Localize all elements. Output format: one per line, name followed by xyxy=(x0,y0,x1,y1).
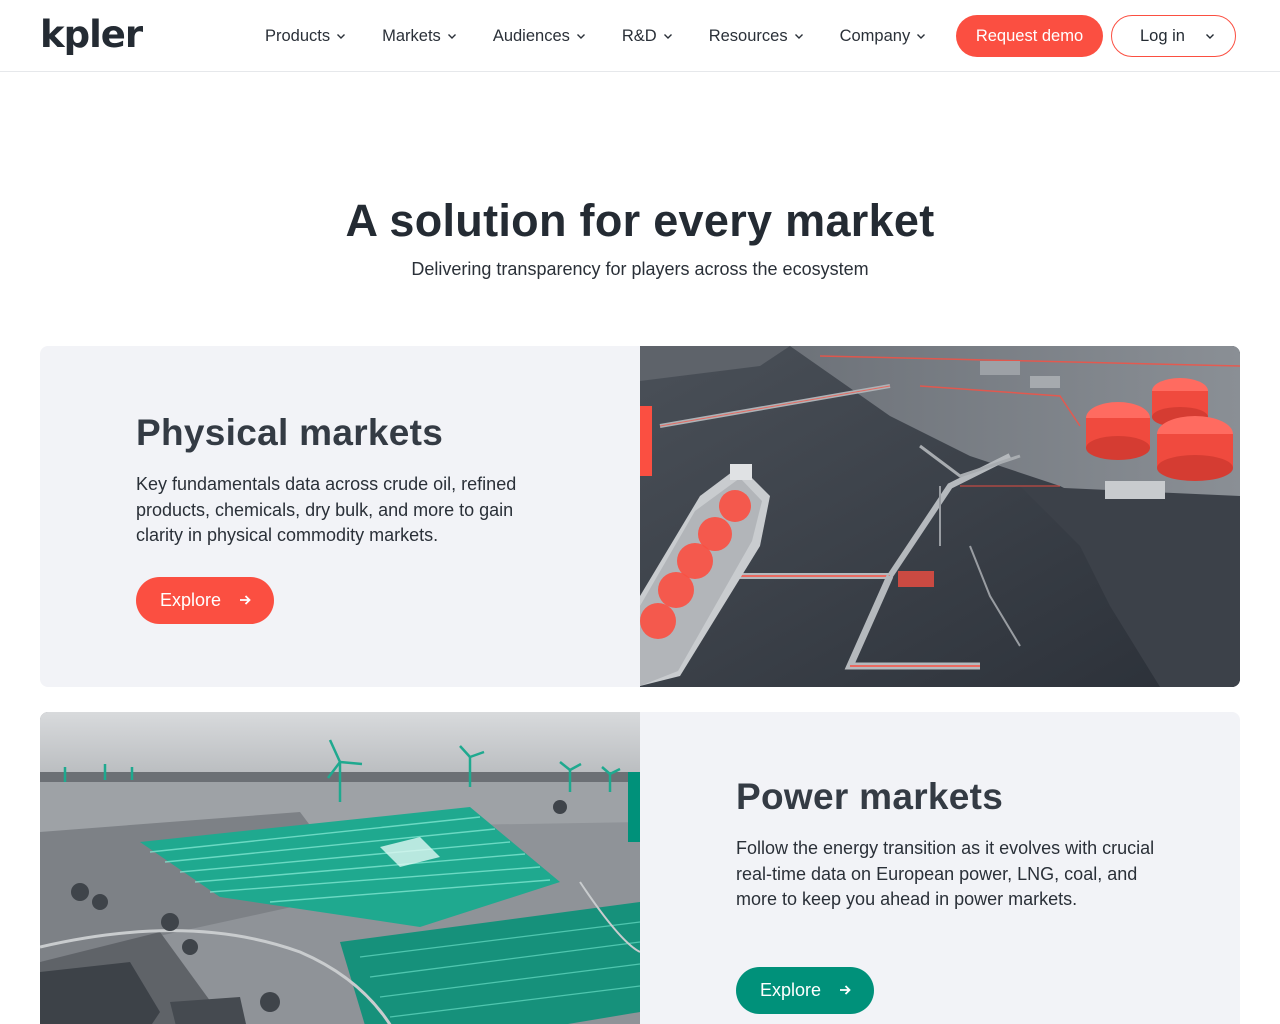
nav-item-rd[interactable]: R&D xyxy=(622,27,673,46)
chevron-down-icon xyxy=(663,34,672,39)
explore-label: Explore xyxy=(160,590,222,610)
solar-farm-image xyxy=(40,712,640,1024)
nav-item-label: R&D xyxy=(621,26,657,45)
chevron-down-icon xyxy=(576,34,585,39)
nav-item-resources[interactable]: Resources xyxy=(709,27,804,46)
page-title: A solution for every market xyxy=(345,195,935,246)
nav-item-label: Resources xyxy=(708,26,788,45)
card-description: Key fundamentals data across crude oil, … xyxy=(136,474,517,545)
explore-power-button[interactable]: Explore xyxy=(736,967,874,1014)
card-text: Physical markets Key fundamentals data a… xyxy=(136,412,556,549)
nav-item-company[interactable]: Company xyxy=(840,27,927,46)
card-title: Physical markets xyxy=(136,412,444,453)
lng-terminal-image xyxy=(640,346,1240,687)
arrow-right-icon xyxy=(240,595,251,605)
nav-item-markets[interactable]: Markets xyxy=(382,27,457,46)
nav-item-audiences[interactable]: Audiences xyxy=(493,27,586,46)
solar-farm-illustration xyxy=(40,712,640,1024)
chevron-down-icon xyxy=(794,34,803,39)
chevron-down-icon xyxy=(447,34,456,39)
lng-terminal-illustration xyxy=(640,346,1240,687)
card-description: Follow the energy transition as it evolv… xyxy=(736,838,1155,909)
card-text: Power markets Follow the energy transiti… xyxy=(736,776,1156,913)
request-demo-button[interactable]: Request demo xyxy=(956,15,1103,57)
nav-item-label: Company xyxy=(839,26,911,45)
nav-item-label: Products xyxy=(265,26,331,45)
card-title: Power markets xyxy=(736,776,1004,817)
kpler-logo[interactable]: kpler xyxy=(40,16,143,53)
power-markets-card: Power markets Follow the energy transiti… xyxy=(40,712,1240,1024)
nav-item-products[interactable]: Products xyxy=(265,27,346,46)
nav-item-label: Markets xyxy=(382,26,441,45)
login-label: Log in xyxy=(1140,26,1185,45)
login-button[interactable]: Log in xyxy=(1111,15,1236,57)
arrow-right-icon xyxy=(840,985,851,995)
main-nav: Products Markets Audiences R&D Resources… xyxy=(265,0,962,72)
explore-label: Explore xyxy=(760,980,822,1000)
nav-item-label: Audiences xyxy=(492,26,570,45)
page-subtitle: Delivering transparency for players acro… xyxy=(411,259,869,279)
site-header: kpler Products Markets Audiences R&D Res… xyxy=(0,0,1280,72)
chevron-down-icon xyxy=(337,34,346,39)
chevron-down-icon xyxy=(917,34,926,39)
physical-markets-card: Physical markets Key fundamentals data a… xyxy=(40,346,1240,687)
chevron-down-icon xyxy=(1206,34,1214,39)
explore-physical-button[interactable]: Explore xyxy=(136,577,274,624)
